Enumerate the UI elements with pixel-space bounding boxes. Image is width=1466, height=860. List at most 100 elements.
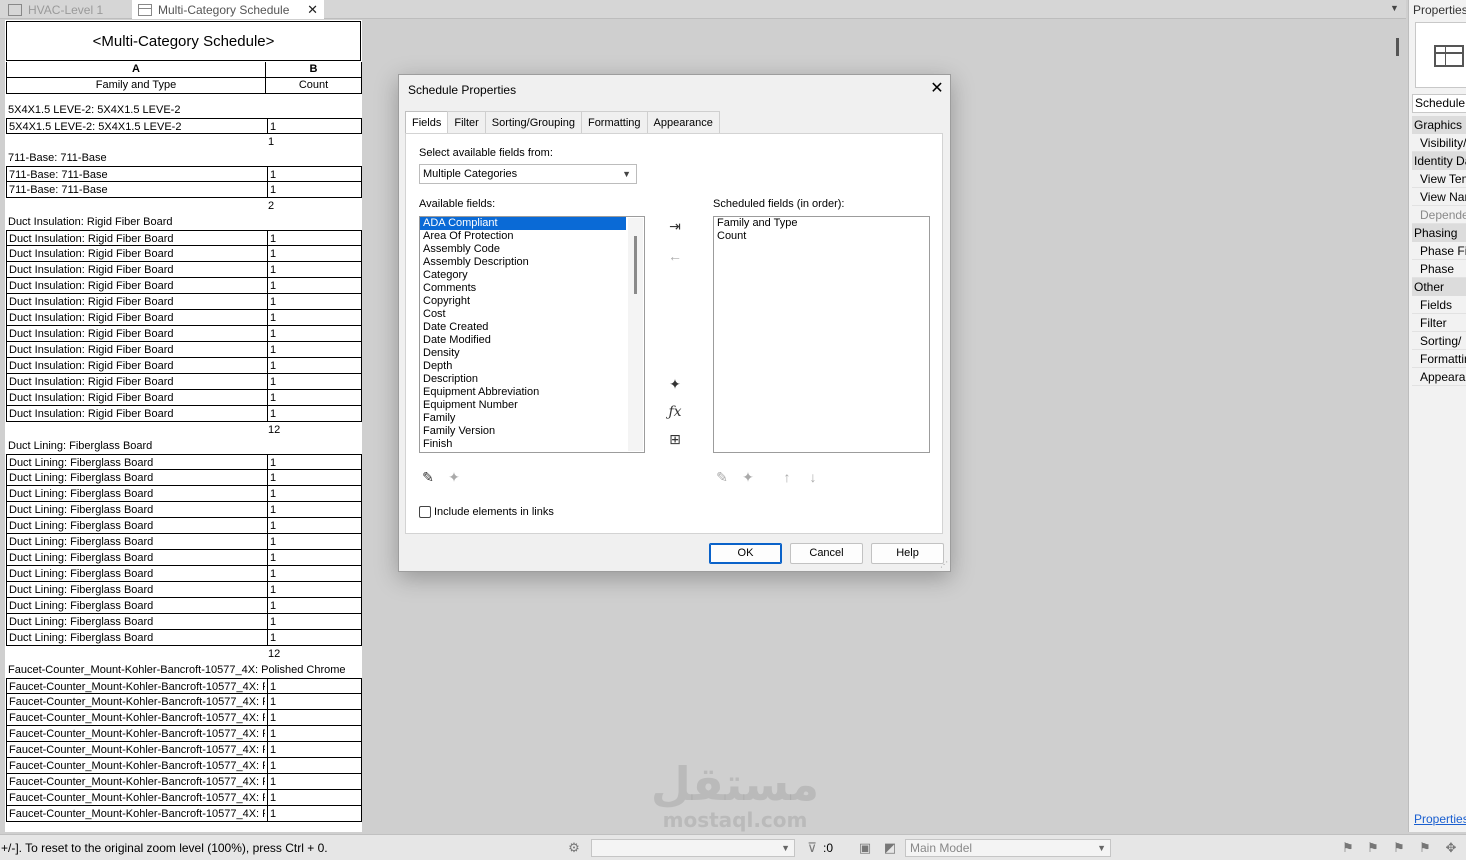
table-row[interactable]: Duct Lining: Fiberglass Board 1 [6, 486, 362, 502]
select-pinned-icon[interactable]: ⚑ [1391, 840, 1407, 855]
table-row[interactable]: Duct Lining: Fiberglass Board 1 [6, 518, 362, 534]
design-option-combo[interactable]: Main Model ▼ [905, 839, 1111, 857]
drag-elements-icon[interactable]: ✥ [1443, 840, 1459, 855]
resize-grip-icon[interactable]: ⋰ [940, 560, 948, 569]
table-row[interactable]: Duct Lining: Fiberglass Board 1 [6, 502, 362, 518]
cell-count[interactable]: 1 [267, 502, 276, 517]
cell-family-and-type[interactable]: Faucet-Counter_Mount-Kohler-Bancroft-105… [9, 806, 265, 822]
select-links-icon[interactable]: ⚑ [1340, 840, 1356, 855]
add-parameter-icon[interactable]: ⇥ [666, 217, 684, 235]
cell-family-and-type[interactable]: Duct Insulation: Rigid Fiber Board [9, 342, 265, 358]
cell-family-and-type[interactable]: Duct Insulation: Rigid Fiber Board [9, 374, 265, 390]
tab-list-dropdown-icon[interactable]: ▼ [1390, 3, 1399, 13]
cell-count[interactable]: 1 [267, 774, 276, 789]
available-field-item[interactable]: Comments [420, 282, 644, 295]
cell-count[interactable]: 1 [267, 342, 276, 357]
available-field-item[interactable]: Date Created [420, 321, 644, 334]
cell-family-and-type[interactable]: Duct Lining: Fiberglass Board [9, 470, 265, 486]
table-row[interactable]: Duct Lining: Fiberglass Board 1 [6, 454, 362, 470]
available-field-item[interactable]: Description [420, 373, 644, 386]
available-field-item[interactable]: Density [420, 347, 644, 360]
cell-count[interactable]: 1 [267, 614, 276, 629]
table-row[interactable]: Faucet-Counter_Mount-Kohler-Bancroft-105… [6, 742, 362, 758]
calculated-value-icon[interactable]: ƒx [666, 403, 684, 421]
tab-hvac-level-1[interactable]: HVAC-Level 1 [2, 0, 130, 19]
table-row[interactable]: Duct Insulation: Rigid Fiber Board 1 [6, 262, 362, 278]
cell-family-and-type[interactable]: Faucet-Counter_Mount-Kohler-Bancroft-105… [9, 790, 265, 806]
property-row[interactable]: Phase [1412, 260, 1466, 278]
new-parameter-icon[interactable]: ✦ [666, 375, 684, 393]
available-field-item[interactable]: Assembly Code [420, 243, 644, 256]
table-row[interactable]: Faucet-Counter_Mount-Kohler-Bancroft-105… [6, 790, 362, 806]
property-row[interactable]: Fields [1412, 296, 1466, 314]
table-row[interactable]: Duct Insulation: Rigid Fiber Board 1 [6, 358, 362, 374]
table-row[interactable]: Duct Insulation: Rigid Fiber Board 1 [6, 278, 362, 294]
help-button[interactable]: Help [871, 543, 944, 564]
select-by-face-icon[interactable]: ⚑ [1417, 840, 1433, 855]
table-row[interactable]: Duct Lining: Fiberglass Board 1 [6, 550, 362, 566]
cancel-button[interactable]: Cancel [790, 543, 863, 564]
table-row[interactable]: Duct Lining: Fiberglass Board 1 [6, 470, 362, 486]
tab-sorting-grouping[interactable]: Sorting/Grouping [484, 111, 582, 133]
cell-count[interactable]: 1 [267, 566, 276, 581]
property-category[interactable]: Graphics [1412, 116, 1466, 134]
cell-count[interactable]: 1 [267, 518, 276, 533]
cell-count[interactable]: 1 [267, 374, 276, 389]
cell-family-and-type[interactable]: Duct Lining: Fiberglass Board [9, 550, 265, 566]
table-row[interactable]: Duct Insulation: Rigid Fiber Board 1 [6, 230, 362, 246]
cell-count[interactable]: 1 [267, 167, 276, 182]
edit-scheduled-pencil-icon[interactable]: ✎ [713, 468, 731, 486]
remove-parameter-icon[interactable]: ← [666, 247, 684, 265]
cell-family-and-type[interactable]: Duct Insulation: Rigid Fiber Board [9, 294, 265, 310]
field-header-count[interactable]: Count [265, 78, 362, 94]
available-field-item[interactable]: Cost [420, 308, 644, 321]
delete-scheduled-icon[interactable]: ✦ [739, 468, 757, 486]
cell-family-and-type[interactable]: Duct Lining: Fiberglass Board [9, 614, 265, 630]
table-row[interactable]: Duct Lining: Fiberglass Board 1 [6, 582, 362, 598]
checkbox-box[interactable] [419, 506, 431, 518]
scheduled-field-item[interactable]: Family and Type [714, 217, 929, 230]
property-row[interactable]: Depende [1412, 206, 1466, 224]
table-row[interactable]: Duct Lining: Fiberglass Board 1 [6, 566, 362, 582]
available-field-item[interactable]: Assembly Description [420, 256, 644, 269]
table-row[interactable]: Faucet-Counter_Mount-Kohler-Bancroft-105… [6, 774, 362, 790]
property-category[interactable]: Identity Da [1412, 152, 1466, 170]
property-category[interactable]: Other [1412, 278, 1466, 296]
cell-count[interactable]: 1 [267, 598, 276, 613]
cell-family-and-type[interactable]: Duct Lining: Fiberglass Board [9, 455, 265, 471]
cell-family-and-type[interactable]: Duct Lining: Fiberglass Board [9, 598, 265, 614]
cell-count[interactable]: 1 [267, 182, 276, 197]
available-field-item[interactable]: Equipment Number [420, 399, 644, 412]
ok-button[interactable]: OK [709, 543, 782, 564]
table-row[interactable]: Duct Insulation: Rigid Fiber Board 1 [6, 390, 362, 406]
cell-count[interactable]: 1 [267, 726, 276, 741]
tab-filter[interactable]: Filter [447, 111, 486, 133]
tab-fields[interactable]: Fields [405, 111, 449, 134]
select-underlay-icon[interactable]: ⚑ [1365, 840, 1381, 855]
cell-count[interactable]: 1 [267, 246, 276, 261]
type-selector[interactable]: Schedule: [1412, 94, 1466, 113]
available-field-item[interactable]: Equipment Abbreviation [420, 386, 644, 399]
cell-count[interactable]: 1 [267, 486, 276, 501]
cell-count[interactable]: 1 [267, 742, 276, 757]
cell-count[interactable]: 1 [267, 310, 276, 325]
property-row[interactable]: Phase Fil [1412, 242, 1466, 260]
cell-count[interactable]: 1 [267, 326, 276, 341]
scheduled-field-item[interactable]: Count [714, 230, 929, 243]
cell-count[interactable]: 1 [267, 358, 276, 373]
include-links-checkbox[interactable]: Include elements in links [419, 506, 554, 518]
cell-count[interactable]: 1 [267, 231, 276, 246]
available-fields-list[interactable]: ADA Compliant Area Of Protection Assembly … [419, 216, 645, 453]
cell-family-and-type[interactable]: 711-Base: 711-Base [9, 182, 265, 198]
list-scrollbar[interactable] [628, 218, 643, 451]
property-row[interactable]: Formattin [1412, 350, 1466, 368]
cell-family-and-type[interactable]: Duct Insulation: Rigid Fiber Board [9, 246, 265, 262]
filter-selection-icon[interactable]: ⊽ [804, 840, 820, 855]
close-icon[interactable]: ✕ [927, 79, 947, 99]
cell-family-and-type[interactable]: Duct Insulation: Rigid Fiber Board [9, 231, 265, 247]
cell-family-and-type[interactable]: 5X4X1.5 LEVE-2: 5X4X1.5 LEVE-2 [9, 119, 265, 135]
cell-family-and-type[interactable]: Duct Insulation: Rigid Fiber Board [9, 406, 265, 422]
cell-count[interactable]: 1 [267, 679, 276, 694]
property-row[interactable]: Filter [1412, 314, 1466, 332]
cell-count[interactable]: 1 [267, 262, 276, 277]
